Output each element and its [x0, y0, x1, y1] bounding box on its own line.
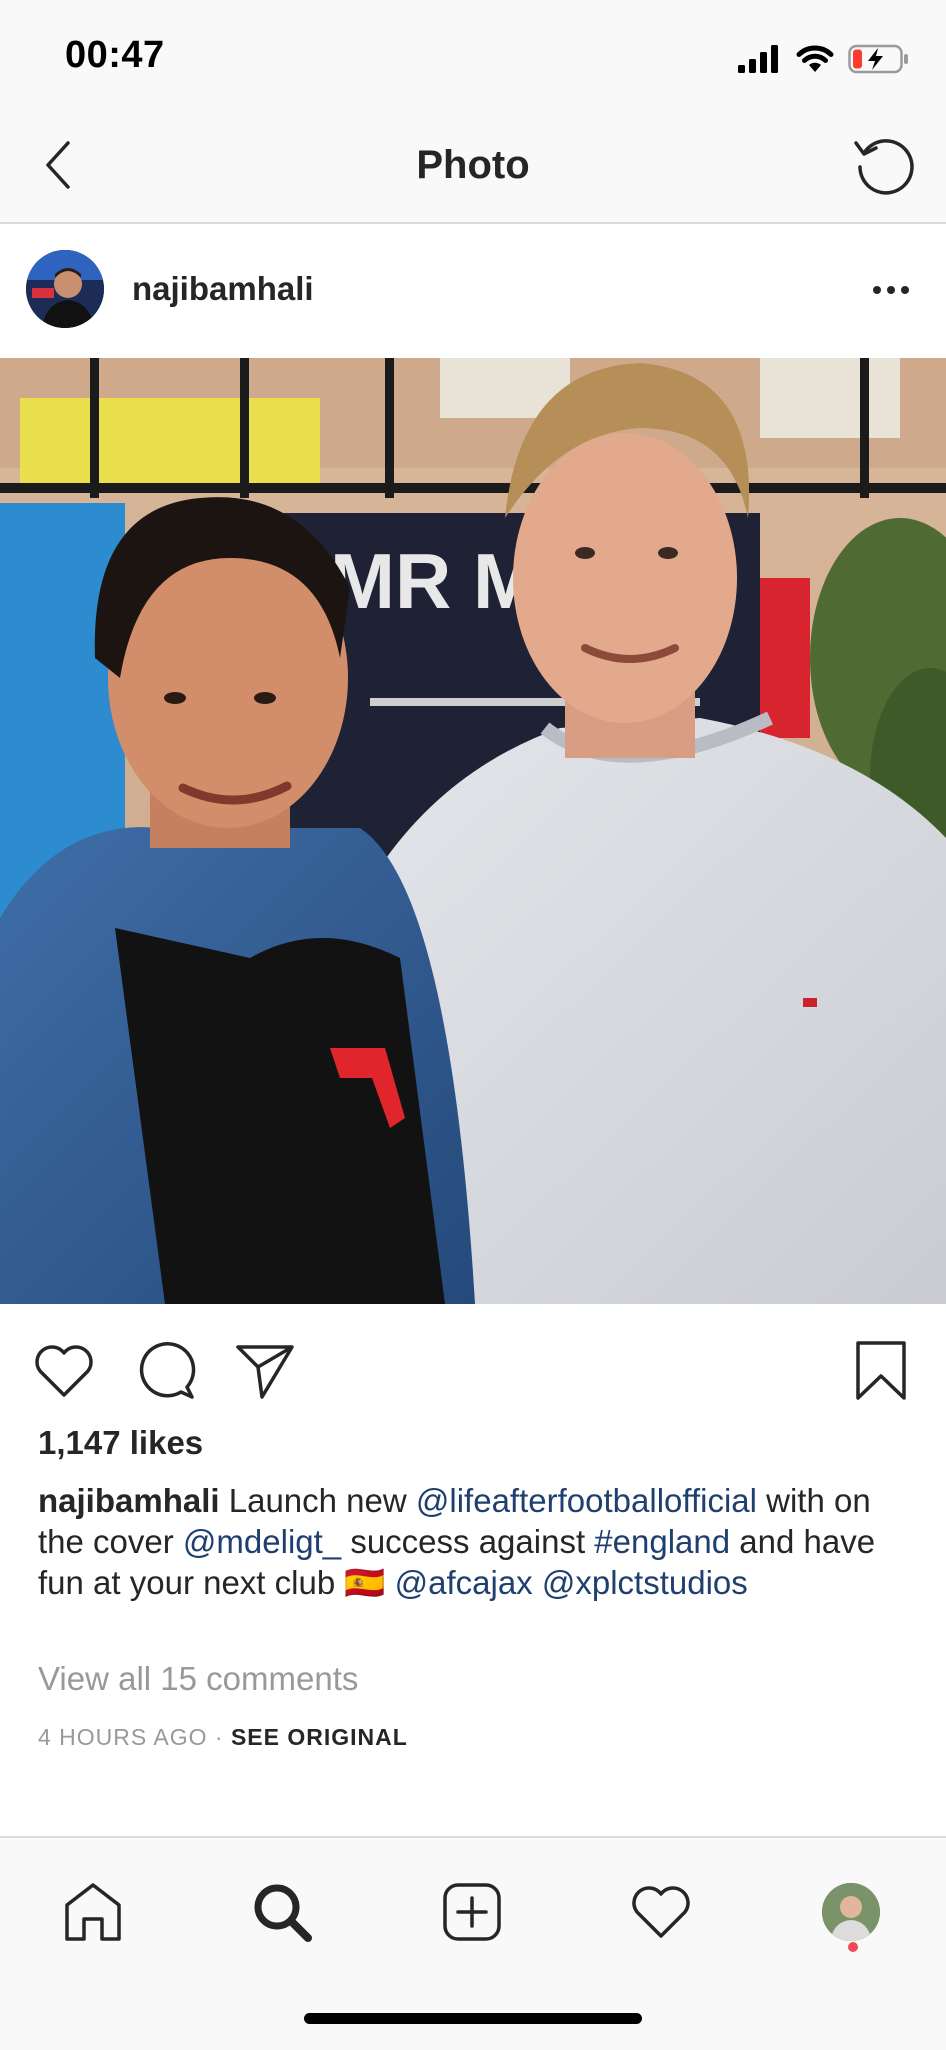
view-all-comments-link[interactable]: View all 15 comments — [38, 1660, 358, 1698]
share-button[interactable] — [230, 1336, 300, 1406]
comment-button[interactable] — [132, 1336, 202, 1406]
post-username[interactable]: najibamhali — [132, 270, 314, 308]
status-icons — [738, 40, 910, 78]
post-meta: 4 HOURS AGO · SEE ORIGINAL — [38, 1724, 408, 1751]
post-timestamp: 4 HOURS AGO — [38, 1724, 208, 1750]
tab-activity[interactable] — [621, 1872, 701, 1952]
avatar-image — [26, 250, 104, 328]
caption-username[interactable]: najibamhali — [38, 1482, 220, 1519]
post-actions — [0, 1304, 946, 1424]
more-dot-icon — [901, 286, 909, 294]
mention-link[interactable]: @afcajax — [395, 1564, 533, 1601]
navigation-bar: Photo — [0, 115, 946, 224]
caption-text: success against — [350, 1523, 586, 1560]
profile-avatar-image — [822, 1883, 880, 1941]
share-icon — [236, 1345, 294, 1399]
home-indicator — [304, 2013, 642, 2024]
likes-count[interactable]: 1,147 likes — [38, 1424, 203, 1462]
activity-heart-icon — [632, 1886, 690, 1938]
tab-new-post[interactable] — [432, 1872, 512, 1952]
bookmark-icon — [856, 1341, 906, 1400]
mention-link[interactable]: @xplctstudios — [542, 1564, 748, 1601]
wifi-icon — [796, 45, 834, 72]
svg-text:MR M: MR M — [330, 537, 538, 625]
more-options-button[interactable] — [866, 272, 916, 308]
caption-text: Launch new — [228, 1482, 407, 1519]
signal-icon — [738, 45, 778, 73]
status-time: 00:47 — [65, 34, 165, 76]
mention-link[interactable]: @lifeafterfootballofficial — [416, 1482, 757, 1519]
flag-emoji: 🇪🇸 — [344, 1564, 386, 1601]
refresh-button[interactable] — [848, 129, 920, 201]
status-bar: 00:47 — [0, 0, 946, 115]
comment-icon — [139, 1342, 196, 1399]
battery-charging-icon — [848, 44, 908, 74]
mention-link[interactable]: @mdeligt_ — [183, 1523, 341, 1560]
refresh-icon — [854, 139, 914, 195]
post-caption: najibamhali Launch new @lifeafterfootbal… — [38, 1480, 918, 1603]
tab-search[interactable] — [242, 1872, 322, 1952]
add-post-icon — [443, 1883, 501, 1941]
like-button[interactable] — [29, 1336, 99, 1406]
search-icon — [254, 1884, 312, 1942]
tab-home[interactable] — [53, 1872, 133, 1952]
heart-icon — [35, 1345, 93, 1397]
see-original-link[interactable]: SEE ORIGINAL — [231, 1724, 408, 1750]
tab-profile[interactable] — [811, 1872, 891, 1952]
page-title: Photo — [416, 143, 530, 187]
hashtag-link[interactable]: #england — [594, 1523, 730, 1560]
save-button[interactable] — [846, 1336, 916, 1406]
more-dot-icon — [887, 286, 895, 294]
photo-two-men: MR M — [0, 358, 946, 1304]
more-dot-icon — [873, 286, 881, 294]
notification-dot — [848, 1942, 858, 1952]
post-header: najibamhali — [0, 224, 946, 358]
profile-avatar — [822, 1883, 880, 1941]
user-avatar[interactable] — [26, 250, 104, 328]
home-icon — [65, 1883, 121, 1941]
meta-separator: · — [214, 1724, 224, 1750]
post-photo[interactable]: MR M — [0, 358, 946, 1304]
